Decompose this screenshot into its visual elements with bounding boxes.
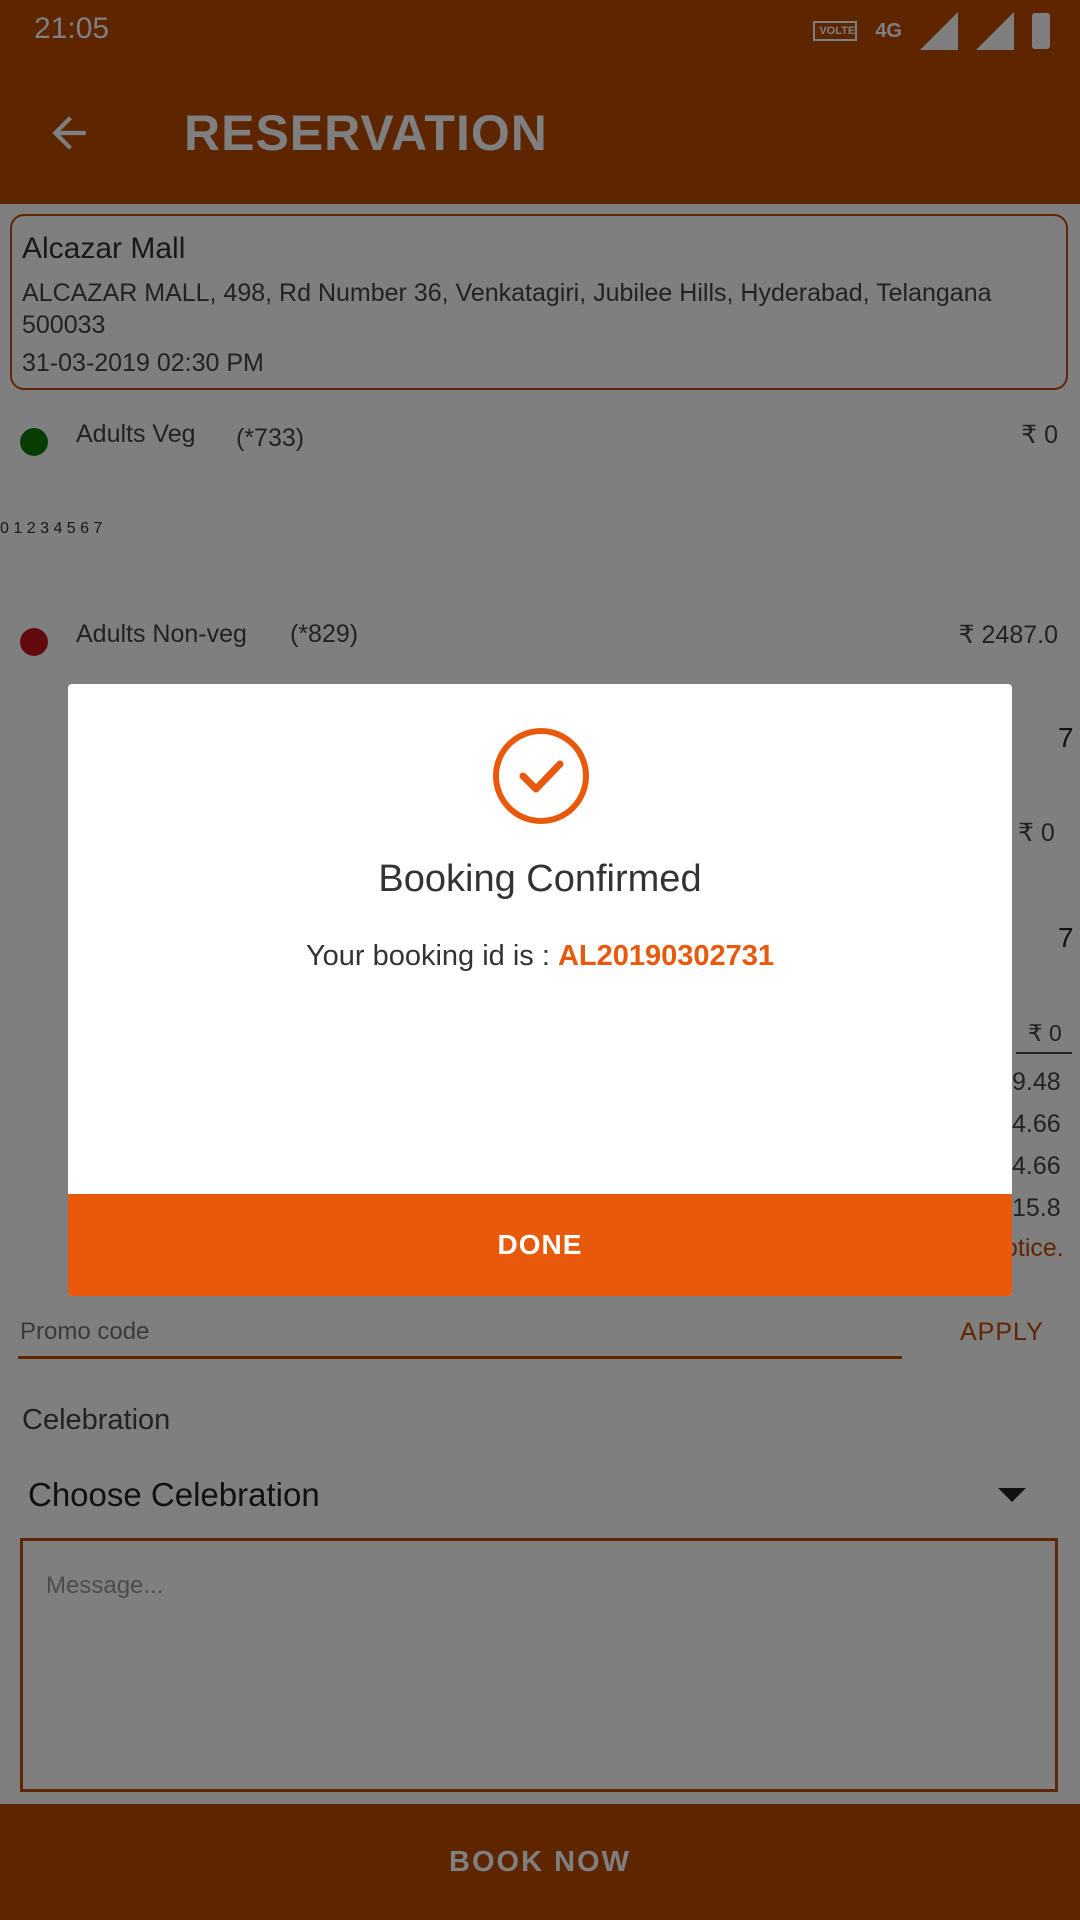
booking-id-prefix: Your booking id is : <box>305 940 558 972</box>
booking-confirmed-dialog: Booking Confirmed Your booking id is : A… <box>68 684 1012 1296</box>
booking-id-line: Your booking id is : AL20190302731 <box>68 940 1012 973</box>
check-circle-icon <box>493 728 589 824</box>
done-button[interactable]: DONE <box>68 1194 1012 1296</box>
booking-id: AL20190302731 <box>557 940 775 972</box>
dialog-title: Booking Confirmed <box>378 858 702 900</box>
